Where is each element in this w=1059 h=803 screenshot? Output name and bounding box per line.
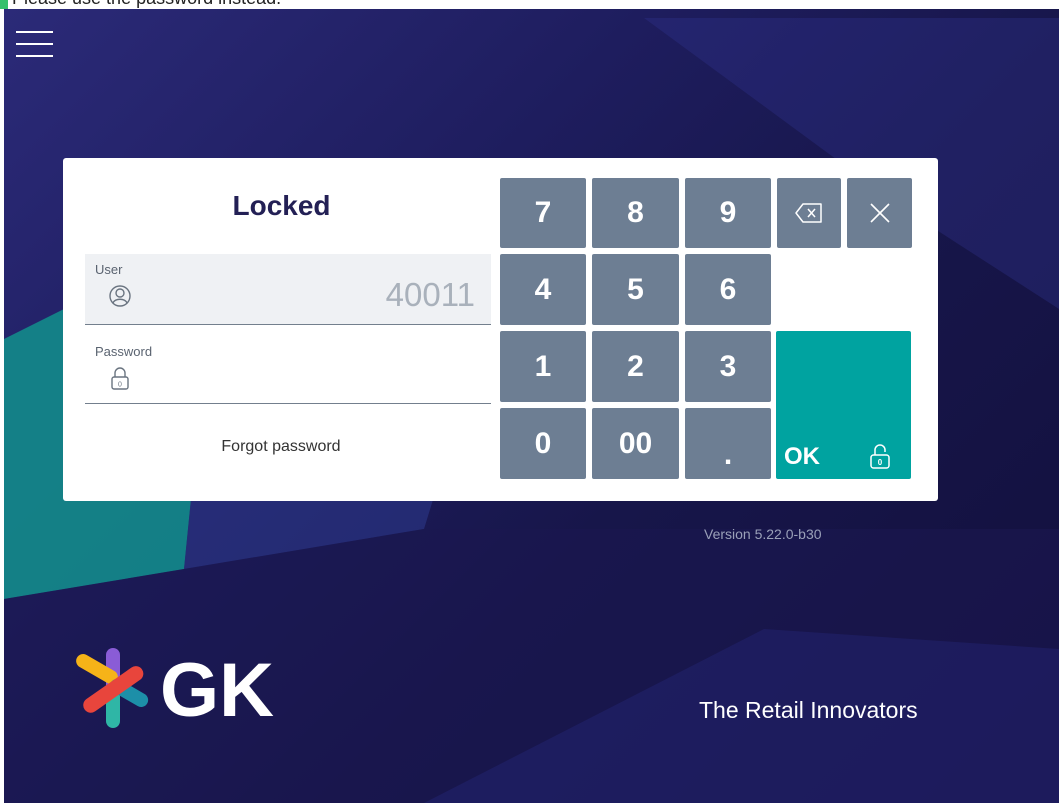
ok-label: OK: [784, 443, 820, 470]
key-00[interactable]: 00: [592, 408, 679, 479]
backspace-icon: [795, 203, 822, 223]
clear-button[interactable]: [847, 178, 912, 248]
lock-dialog: Locked User 40011 Password 0 Forgot pass…: [63, 158, 938, 501]
key-7[interactable]: 7: [500, 178, 586, 248]
user-field[interactable]: User 40011: [85, 254, 491, 325]
ok-button[interactable]: OK 0: [776, 331, 911, 479]
key-8[interactable]: 8: [592, 178, 679, 248]
lock-icon: 0: [111, 367, 129, 390]
key-9[interactable]: 9: [685, 178, 771, 248]
key-2[interactable]: 2: [592, 331, 679, 402]
notification-message: Please use the password instead.: [12, 0, 281, 9]
key-dot-label: .: [723, 438, 733, 471]
forgot-password-link[interactable]: Forgot password: [85, 438, 477, 456]
password-label: Password: [95, 344, 153, 359]
tagline: The Retail Innovators: [699, 697, 918, 723]
key-1[interactable]: 1: [500, 331, 586, 402]
svg-text:0: 0: [878, 458, 883, 467]
key-5[interactable]: 5: [592, 254, 679, 325]
close-icon: [869, 203, 890, 223]
page-title: Locked: [232, 190, 331, 221]
key-4[interactable]: 4: [500, 254, 586, 325]
key-6[interactable]: 6: [685, 254, 771, 325]
key-0[interactable]: 0: [500, 408, 586, 479]
notification-bar: Please use the password instead.: [0, 0, 1059, 9]
key-3[interactable]: 3: [685, 331, 771, 402]
svg-text:0: 0: [118, 382, 122, 389]
unlock-icon: 0: [870, 444, 890, 469]
user-label: User: [95, 262, 123, 277]
backspace-button[interactable]: [777, 178, 841, 248]
version-label: Version 5.22.0-b30: [704, 526, 822, 542]
key-dot[interactable]: .: [685, 408, 771, 479]
gk-logo-mark: [76, 648, 149, 728]
password-field[interactable]: Password 0: [85, 336, 491, 404]
user-icon: [109, 285, 131, 307]
gk-logo: GK: [76, 648, 274, 733]
user-value: 40011: [385, 276, 475, 313]
notification-indicator: [0, 0, 8, 9]
menu-icon[interactable]: [16, 31, 53, 57]
gk-logo-text: GK: [160, 648, 274, 733]
